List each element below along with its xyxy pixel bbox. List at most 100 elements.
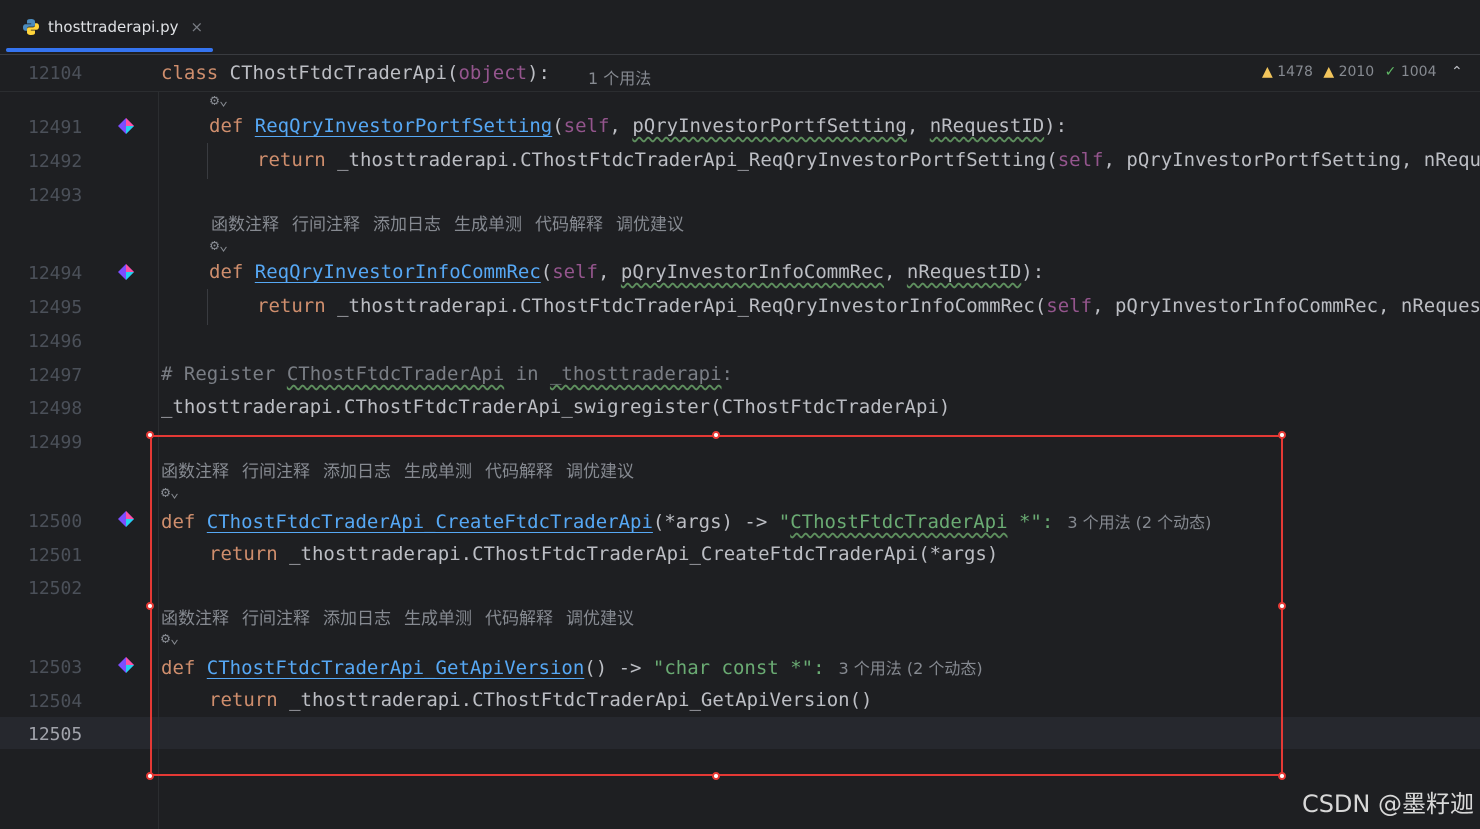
code-text: , pQryInvestorPortfSetting, nRequestID) <box>1103 149 1480 171</box>
chevron-up-icon[interactable]: ⌃ <box>1451 64 1463 80</box>
keyword: class <box>161 62 219 84</box>
paren: ): <box>527 62 550 84</box>
weak-warning-icon: ▲ <box>1323 64 1335 80</box>
line-number: 12499 <box>28 432 83 453</box>
resize-handle[interactable] <box>1278 431 1286 439</box>
lens-explain-code[interactable]: 代码解释 <box>535 215 603 235</box>
code-lens-actions: 函数注释 行间注释 添加日志 生成单测 代码解释 调优建议 <box>211 210 697 235</box>
line-number: 12504 <box>28 691 83 712</box>
code-line: return _thosttraderapi.CThostFtdcTraderA… <box>257 295 1480 317</box>
comment-text: : <box>721 363 733 385</box>
line-number: 12501 <box>28 545 83 566</box>
class-name: CThostFtdcTraderApi <box>229 62 447 84</box>
code-text: _thosttraderapi.CThostFtdcTraderApi_ReqQ… <box>325 295 1047 317</box>
implemented-method-icon[interactable] <box>118 118 134 134</box>
param: pQryInvestorPortfSetting <box>632 115 907 137</box>
resize-handle[interactable] <box>146 431 154 439</box>
paren: ): <box>1021 261 1045 283</box>
separator: , <box>597 261 621 283</box>
line-number: 12494 <box>28 263 83 284</box>
python-icon <box>23 19 39 35</box>
line-number: 12492 <box>28 151 83 172</box>
code-line: _thosttraderapi.CThostFtdcTraderApi_swig… <box>161 396 951 418</box>
base-class: object <box>458 62 528 84</box>
paren: ( <box>552 115 564 137</box>
keyword: return <box>257 295 326 317</box>
close-icon[interactable]: × <box>190 18 203 36</box>
inspection-widget[interactable]: ▲ 1478 ▲ 2010 ✓ 1004 ⌃ <box>1262 64 1463 80</box>
active-tab-indicator <box>6 48 213 52</box>
keyword: def <box>209 115 244 137</box>
resize-handle[interactable] <box>712 772 720 780</box>
weak-warnings-count: 2010 <box>1338 64 1375 80</box>
code-text: , pQryInvestorInfoCommRec, nRequestID) <box>1092 295 1480 317</box>
checkmark-icon: ✓ <box>1384 64 1397 80</box>
typos-count: 1004 <box>1400 64 1437 80</box>
indent-guide <box>207 143 208 179</box>
line-number: 12497 <box>28 365 83 386</box>
tab-label: thosttraderapi.py <box>48 18 179 36</box>
resize-handle[interactable] <box>712 431 720 439</box>
ai-assistant-icon[interactable]: ⚙⌄ <box>210 91 228 109</box>
paren: ( <box>540 261 553 283</box>
param: nRequestID <box>906 261 1022 283</box>
implemented-method-icon[interactable] <box>118 264 134 280</box>
code-line: def ReqQryInvestorInfoCommRec(self, pQry… <box>209 261 1044 283</box>
line-number: 12493 <box>28 185 83 206</box>
comment-text: _thosttraderapi <box>549 363 722 385</box>
line-number: 12104 <box>28 63 83 84</box>
line-number: 12505 <box>28 724 83 745</box>
line-number: 12503 <box>28 657 83 678</box>
comment-line: # Register CThostFtdcTraderApi in _thost… <box>161 363 733 385</box>
warning-icon: ▲ <box>1262 64 1273 80</box>
resize-handle[interactable] <box>1278 602 1286 610</box>
line-number: 12500 <box>28 511 83 532</box>
resize-handle[interactable] <box>1278 772 1286 780</box>
keyword: def <box>209 261 244 283</box>
indent-guide <box>207 289 208 325</box>
param: nRequestID <box>929 115 1045 137</box>
separator: , <box>906 115 930 137</box>
comment-text: # Register <box>161 363 287 385</box>
line-number: 12496 <box>28 331 83 352</box>
resize-handle[interactable] <box>146 602 154 610</box>
watermark: CSDN @墨籽迦 <box>1301 790 1474 818</box>
param: pQryInvestorInfoCommRec <box>620 261 884 283</box>
line-number: 12498 <box>28 398 83 419</box>
comment-text: in <box>504 363 550 385</box>
lens-optimize[interactable]: 调优建议 <box>616 215 684 235</box>
keyword: return <box>257 149 326 171</box>
sticky-code: class CThostFtdcTraderApi(object): <box>161 62 550 84</box>
annotation-rectangle <box>150 435 1283 776</box>
implemented-method-icon[interactable] <box>118 657 134 673</box>
implemented-method-icon[interactable] <box>118 511 134 527</box>
function-name[interactable]: ReqQryInvestorPortfSetting <box>255 115 552 137</box>
paren: ): <box>1044 115 1068 137</box>
resize-handle[interactable] <box>146 772 154 780</box>
lens-add-log[interactable]: 添加日志 <box>373 215 441 235</box>
comment-text: CThostFtdcTraderApi <box>286 363 505 385</box>
editor-tab-bar: thosttraderapi.py × <box>0 0 1480 55</box>
usage-hint[interactable]: 1 个用法 <box>588 65 651 89</box>
ai-assistant-icon[interactable]: ⚙⌄ <box>210 236 228 254</box>
separator: , <box>883 261 907 283</box>
line-number: 12495 <box>28 297 83 318</box>
line-number: 12491 <box>28 117 83 138</box>
function-name[interactable]: ReqQryInvestorInfoCommRec <box>255 261 541 283</box>
separator: , <box>609 115 633 137</box>
lens-generate-test[interactable]: 生成单测 <box>454 215 522 235</box>
paren: ( <box>447 62 459 84</box>
sticky-scope-header[interactable]: 12104 class CThostFtdcTraderApi(object):… <box>0 55 1480 92</box>
tab-thosttraderapi[interactable]: thosttraderapi.py × <box>6 4 213 52</box>
warnings-count: 1478 <box>1277 64 1313 80</box>
line-number: 12502 <box>28 578 83 599</box>
self-param: self <box>563 115 610 137</box>
lens-function-comment[interactable]: 函数注释 <box>211 215 279 235</box>
code-line: def ReqQryInvestorPortfSetting(self, pQr… <box>209 115 1067 137</box>
self-param: self <box>552 261 598 283</box>
self-param: self <box>1057 149 1104 171</box>
code-line: return _thosttraderapi.CThostFtdcTraderA… <box>257 149 1480 171</box>
self-param: self <box>1046 295 1093 317</box>
lens-inline-comment[interactable]: 行间注释 <box>292 215 360 235</box>
code-text: _thosttraderapi.CThostFtdcTraderApi_ReqQ… <box>325 149 1058 171</box>
